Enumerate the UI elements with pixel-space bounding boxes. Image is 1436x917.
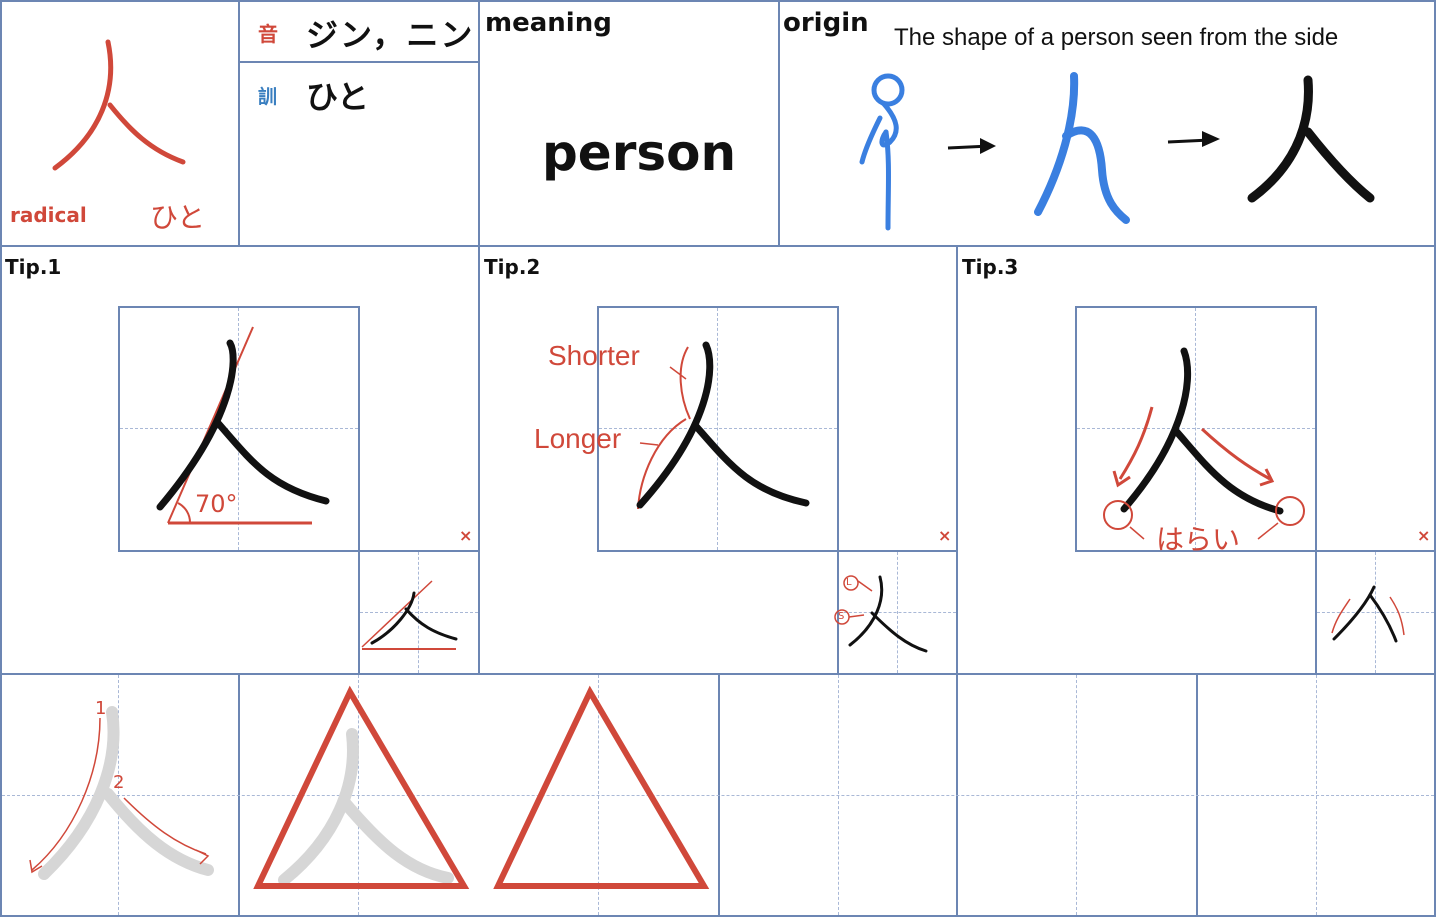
origin-cell: origin The shape of a person seen from t…: [780, 0, 1434, 245]
on-badge: 音: [258, 22, 278, 46]
tip3-drawing: [1103, 347, 1405, 643]
practice-cell-5[interactable]: [958, 675, 1196, 915]
tip3-close-icon[interactable]: ×: [1417, 526, 1430, 545]
meaning-label: meaning: [485, 8, 612, 38]
practice-cell-1[interactable]: [0, 675, 238, 915]
practice-cell-3[interactable]: [480, 675, 718, 915]
kun-badge: 訓: [258, 86, 278, 108]
tip2-longer-label: Longer: [534, 423, 622, 454]
meaning-cell: meaning person: [480, 0, 778, 245]
radical-label: radical: [10, 203, 87, 227]
origin-evolution-drawing: [859, 72, 1375, 231]
kun-reading: ひと: [306, 78, 370, 116]
tip2-s-mark: S: [838, 611, 845, 622]
tip1-angle-label: 70°: [195, 490, 238, 518]
radical-cell: radical ひと: [0, 0, 238, 245]
radical-reading: ひと: [150, 201, 206, 234]
tip2-l-mark: L: [846, 577, 852, 588]
practice-cell-2[interactable]: [240, 675, 478, 915]
tip2-shorter-label: Shorter: [548, 340, 640, 371]
readings-cell: 音 ジン，ニン 訓 ひと: [240, 0, 478, 245]
meaning-value: person: [542, 124, 737, 182]
tip2-close-icon[interactable]: ×: [938, 526, 951, 545]
practice-cell-4[interactable]: [720, 675, 956, 915]
tip1-drawing: [156, 326, 458, 650]
tip2-drawing: [636, 341, 928, 653]
on-reading: ジン，ニン: [306, 16, 475, 54]
tip3-harai-label: はらい: [1156, 523, 1241, 556]
practice-cell-6[interactable]: [1198, 675, 1434, 915]
tip1-close-icon[interactable]: ×: [459, 526, 472, 545]
